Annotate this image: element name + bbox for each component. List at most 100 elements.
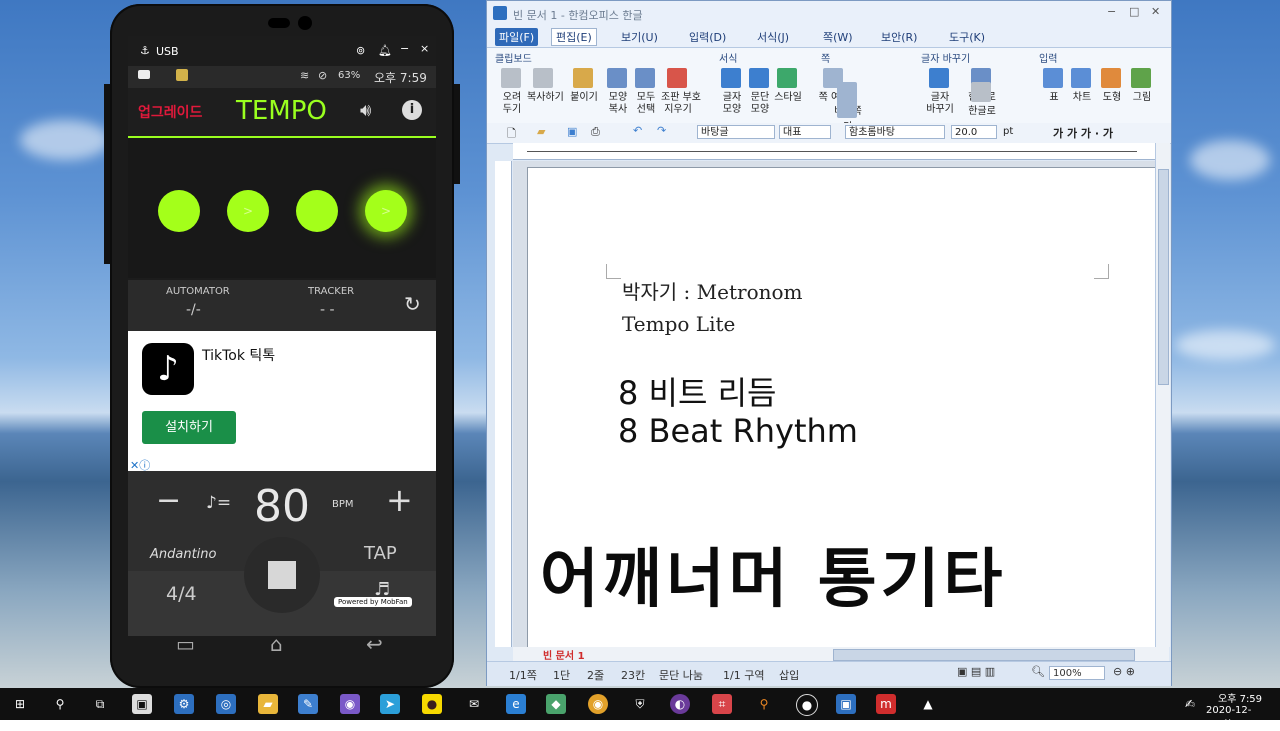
obs-icon[interactable]: ● [796, 694, 818, 716]
ribbon-button-icon [573, 68, 593, 88]
zoom-controls[interactable]: ⊖ ⊕ [1113, 665, 1135, 678]
info-icon[interactable]: i [402, 100, 422, 120]
windows-taskbar: ⊞ ⚲ ⧉ ▣ ⚙ ◎ ▰ ✎ ◉ ➤ ● ✉ e ◆ ◉ ⛨ ◐ ⌗ ⚲ ● … [0, 688, 1280, 731]
doc-line-4[interactable]: 8 Beat Rhythm [618, 412, 858, 450]
play-stop-button[interactable] [244, 537, 320, 613]
horizontal-ruler[interactable] [513, 143, 1155, 160]
task-view-icon[interactable]: ⧉ [90, 694, 110, 714]
doc-line-2[interactable]: Tempo Lite [622, 312, 735, 336]
time-signature[interactable]: 4/4 [166, 583, 197, 605]
clock-date[interactable]: 2020-12-22(화) [1206, 705, 1280, 731]
kakaotalk-icon[interactable]: ● [422, 694, 442, 714]
close-icon[interactable]: ✕ [1151, 5, 1160, 18]
back-icon[interactable]: ↩ [366, 632, 383, 656]
view-mode-icons[interactable]: ▣ ▤ ▥ [957, 665, 995, 678]
app-icon[interactable]: ▲ [918, 694, 938, 714]
tap-button[interactable]: TAP [364, 543, 397, 564]
bpm-value[interactable]: 80 [254, 481, 310, 532]
ad-banner[interactable]: ♪ TikTok 틱톡 설치하기 ✕ⓘ [128, 331, 436, 472]
minimize-icon[interactable]: − [400, 42, 409, 55]
document-tab[interactable]: 빈 문서 1 [543, 647, 585, 662]
tiktok-icon[interactable]: ♪ [142, 343, 194, 395]
automator-label: AUTOMATOR [166, 286, 230, 297]
home-icon[interactable]: ⌂ [270, 632, 283, 656]
scroll-thumb[interactable] [1158, 169, 1169, 385]
doc-line-3[interactable]: 8 비트 리듬 [618, 368, 776, 414]
bpm-plus-button[interactable]: + [386, 481, 413, 519]
capture-icon[interactable]: ▣ [836, 694, 856, 714]
vertical-ruler[interactable] [495, 161, 512, 647]
language-combo[interactable]: 대표 [779, 125, 831, 139]
menu-view[interactable]: 보기(U) [621, 29, 658, 45]
volume-icon[interactable]: 🔊︎ [360, 100, 371, 121]
search-tool-icon[interactable]: ⚲ [754, 694, 774, 714]
photos-icon[interactable]: ◆ [546, 694, 566, 714]
tempo-name[interactable]: Andantino [150, 547, 217, 562]
bpm-minus-button[interactable]: − [156, 483, 181, 518]
menu-insert[interactable]: 입력(D) [689, 29, 726, 45]
font-combo[interactable]: 함초롬바탕 [845, 125, 945, 139]
app-icon[interactable]: ◎ [216, 694, 236, 714]
telegram-icon[interactable]: ➤ [380, 694, 400, 714]
automator-value[interactable]: -/- [186, 302, 201, 318]
style-combo[interactable]: 바탕글 [697, 125, 775, 139]
doc-line-1[interactable]: 박자기 : Metronom [622, 276, 803, 305]
window-title: 빈 문서 1 - 한컴오피스 한글 [513, 9, 643, 22]
pen-icon[interactable]: ✍ [1180, 694, 1200, 714]
hwp-taskbar-icon[interactable]: ✎ [298, 694, 318, 714]
upgrade-button[interactable]: 업그레이드 [138, 102, 202, 122]
media-icon[interactable]: ◐ [670, 694, 690, 714]
print-icon[interactable]: ⎙ [591, 125, 600, 139]
close-icon[interactable]: × [420, 42, 429, 55]
explorer-icon[interactable]: ▰ [258, 694, 278, 714]
mail-icon[interactable]: ✉ [464, 694, 484, 714]
bell-icon[interactable]: 🔔︎ [378, 44, 392, 57]
edge-icon[interactable]: e [506, 694, 526, 714]
menu-edit[interactable]: 편집(E) [551, 28, 597, 46]
chrome-icon[interactable]: ◉ [588, 694, 608, 714]
stop-icon [268, 561, 296, 589]
beat-dot-2[interactable]: > [227, 190, 269, 232]
search-icon[interactable]: ⚲ [50, 694, 70, 714]
app-icon [176, 69, 188, 81]
vertical-scrollbar[interactable] [1155, 143, 1170, 647]
mirror-icon[interactable]: m [876, 694, 896, 714]
document-page[interactable]: 박자기 : Metronom Tempo Lite 8 비트 리듬 8 Beat… [527, 167, 1155, 647]
settings-icon[interactable]: ⚙ [174, 694, 194, 714]
font-size-combo[interactable]: 20.0 [951, 125, 997, 139]
beat-dot-1[interactable] [158, 190, 200, 232]
menu-file[interactable]: 파일(F) [495, 28, 539, 46]
menu-page[interactable]: 쪽(W) [823, 29, 853, 45]
open-icon[interactable]: ▰ [537, 125, 545, 138]
redo-icon[interactable]: ↷ [657, 124, 666, 137]
menu-security[interactable]: 보안(R) [881, 29, 917, 45]
minimize-icon[interactable]: − [1107, 5, 1116, 18]
new-doc-icon[interactable]: 🗋 [507, 125, 516, 144]
reset-icon[interactable]: ↻ [404, 292, 421, 316]
ribbon-button-icon [749, 68, 769, 88]
defender-icon[interactable]: ⛨ [630, 694, 650, 714]
text-format-buttons[interactable]: 가 가 가 · 가 [1053, 125, 1113, 141]
store-icon[interactable]: ▣ [132, 694, 152, 714]
beat-dot-4[interactable]: > [365, 190, 407, 232]
undo-icon[interactable]: ↶ [633, 124, 642, 137]
chat-icon[interactable]: ◉ [340, 694, 360, 714]
horizontal-scrollbar[interactable] [833, 649, 1135, 661]
beat-dot-3[interactable] [296, 190, 338, 232]
zoom-icon[interactable]: 🔍︎ [1031, 665, 1045, 678]
start-icon[interactable]: ⊞ [10, 694, 30, 714]
save-icon[interactable]: ▣ [567, 125, 577, 138]
tracker-value[interactable]: - - [320, 302, 335, 318]
recent-apps-icon[interactable]: ▭ [176, 632, 195, 656]
zoom-combo[interactable]: 100% [1049, 666, 1105, 680]
menu-format[interactable]: 서식(J) [757, 29, 789, 45]
ribbon-button-label: 모두 선택 [636, 92, 656, 115]
lock-icon[interactable]: ⊚ [356, 44, 365, 57]
menu-tools[interactable]: 도구(K) [949, 29, 985, 45]
clock-time[interactable]: 오후 7:59 [1218, 690, 1262, 705]
maximize-icon[interactable]: □ [1129, 5, 1139, 18]
crop-icon[interactable]: ⌗ [712, 694, 732, 714]
document-area[interactable]: 박자기 : Metronom Tempo Lite 8 비트 리듬 8 Beat… [513, 161, 1155, 647]
install-button[interactable]: 설치하기 [142, 411, 236, 444]
ribbon-button-label: 글자 바꾸기 [926, 92, 954, 115]
